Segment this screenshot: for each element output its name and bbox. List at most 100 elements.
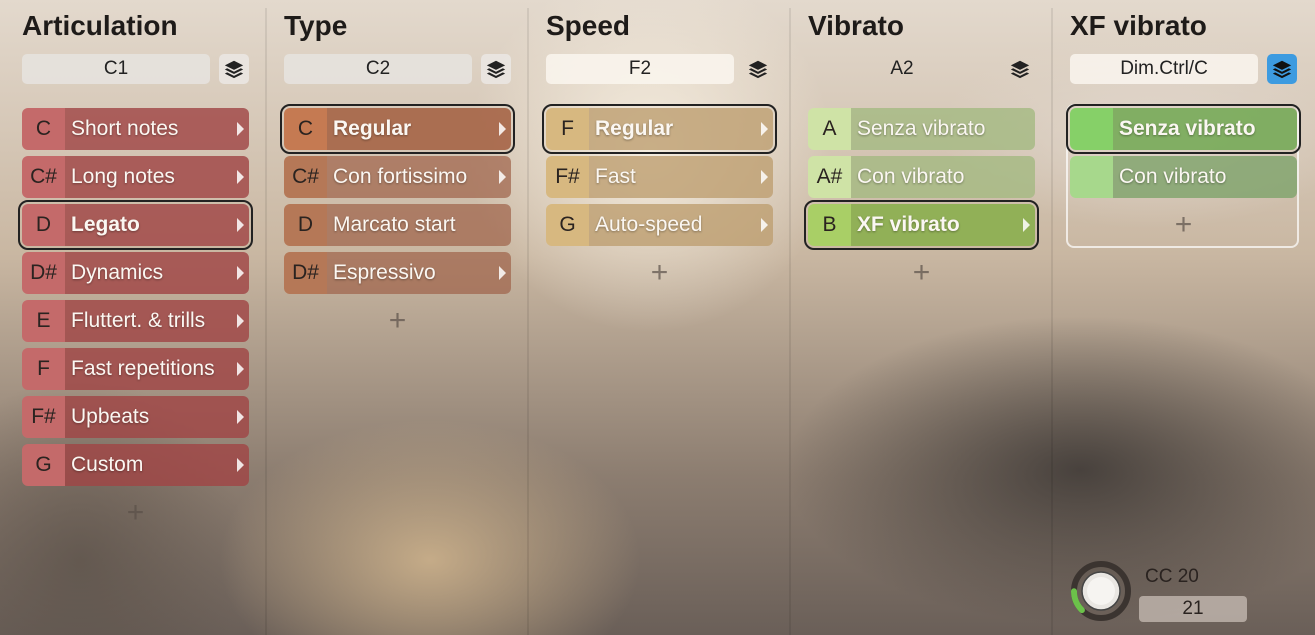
item-label: Regular — [589, 108, 773, 150]
speed-item[interactable]: G Auto-speed — [546, 204, 773, 246]
note-key: C# — [284, 156, 327, 198]
chevron-right-icon[interactable] — [237, 218, 244, 232]
chevron-right-icon[interactable] — [237, 170, 244, 184]
item-label: Fast repetitions — [65, 348, 249, 390]
chevron-right-icon[interactable] — [761, 122, 768, 136]
articulation-item[interactable]: G Custom — [22, 444, 249, 486]
item-label: Con vibrato — [1113, 156, 1297, 198]
column-title: Articulation — [22, 10, 178, 41]
chevron-right-icon[interactable] — [237, 122, 244, 136]
type-item[interactable]: D Marcato start — [284, 204, 511, 246]
layers-button[interactable] — [1005, 54, 1035, 84]
chevron-right-icon[interactable] — [499, 122, 506, 136]
item-label: Con vibrato — [851, 156, 1035, 198]
vibrato-item-selected[interactable]: B XF vibrato — [804, 200, 1039, 250]
item-label: Auto-speed — [589, 204, 773, 246]
key-switch-field[interactable]: Dim.Ctrl/C — [1070, 54, 1258, 84]
item-label: Espressivo — [327, 252, 511, 294]
item-label: Fast — [589, 156, 773, 198]
item-label: Regular — [327, 108, 511, 150]
xf-vibrato-item[interactable]: Con vibrato — [1070, 156, 1297, 198]
add-item-button[interactable]: + — [1070, 210, 1297, 240]
note-key: C — [284, 108, 327, 150]
add-item-button[interactable]: + — [808, 258, 1035, 288]
column-divider — [265, 8, 267, 635]
articulation-item[interactable]: D# Dynamics — [22, 252, 249, 294]
note-key: B — [808, 204, 851, 246]
note-key: D# — [22, 252, 65, 294]
item-label: Upbeats — [65, 396, 249, 438]
chevron-right-icon[interactable] — [1023, 218, 1030, 232]
column-divider — [527, 8, 529, 635]
vibrato-item[interactable]: A# Con vibrato — [808, 156, 1035, 198]
item-label: Custom — [65, 444, 249, 486]
key-switch-field[interactable]: C1 — [22, 54, 210, 84]
item-label: Legato — [65, 204, 249, 246]
column-divider — [789, 8, 791, 635]
note-key: E — [22, 300, 65, 342]
layers-icon — [748, 60, 768, 79]
column-divider — [1051, 8, 1053, 635]
type-item[interactable]: D# Espressivo — [284, 252, 511, 294]
layers-icon — [1010, 60, 1030, 79]
chevron-right-icon[interactable] — [499, 170, 506, 184]
cc-value-field[interactable]: 21 — [1139, 596, 1247, 622]
type-item[interactable]: C# Con fortissimo — [284, 156, 511, 198]
articulation-item[interactable]: F# Upbeats — [22, 396, 249, 438]
chevron-right-icon[interactable] — [237, 362, 244, 376]
note-key: F# — [22, 396, 65, 438]
layers-icon — [486, 60, 506, 79]
column-title: Speed — [546, 10, 631, 41]
add-item-button[interactable]: + — [546, 258, 773, 288]
chevron-right-icon[interactable] — [761, 218, 768, 232]
column-title: Type — [284, 10, 348, 41]
layers-button[interactable] — [743, 54, 773, 84]
articulation-item-selected[interactable]: D Legato — [18, 200, 253, 250]
item-label: Marcato start — [327, 204, 511, 246]
speed-item[interactable]: F# Fast — [546, 156, 773, 198]
layers-button[interactable] — [219, 54, 249, 84]
key-switch-field[interactable]: C2 — [284, 54, 472, 84]
chevron-right-icon[interactable] — [237, 314, 244, 328]
articulation-item[interactable]: E Fluttert. & trills — [22, 300, 249, 342]
articulation-item[interactable]: F Fast repetitions — [22, 348, 249, 390]
vibrato-column: Vibrato A2 A Senza vibrato A# Con vibrat… — [804, 0, 1039, 635]
chevron-right-icon[interactable] — [237, 458, 244, 472]
item-label: Senza vibrato — [851, 108, 1035, 150]
chevron-right-icon[interactable] — [761, 170, 768, 184]
xf-vibrato-item-selected[interactable]: Senza vibrato — [1066, 104, 1301, 154]
note-key: C — [22, 108, 65, 150]
cc-knob[interactable] — [1068, 558, 1134, 624]
item-label: Dynamics — [65, 252, 249, 294]
note-key: G — [22, 444, 65, 486]
note-key: F — [546, 108, 589, 150]
column-title: Vibrato — [808, 10, 904, 41]
item-label: Fluttert. & trills — [65, 300, 249, 342]
articulation-item[interactable]: C# Long notes — [22, 156, 249, 198]
vibrato-item[interactable]: A Senza vibrato — [808, 108, 1035, 150]
note-key: A# — [808, 156, 851, 198]
layers-button[interactable] — [1267, 54, 1297, 84]
speed-column: Speed F2 F Regular F# Fast G Auto-speed … — [542, 0, 777, 635]
knob-dial — [1071, 561, 1131, 621]
note-key: D — [22, 204, 65, 246]
add-item-button[interactable]: + — [22, 498, 249, 528]
chevron-right-icon[interactable] — [499, 266, 506, 280]
item-label: Senza vibrato — [1113, 108, 1297, 150]
item-label: Long notes — [65, 156, 249, 198]
key-switch-field[interactable]: A2 — [808, 54, 996, 84]
add-item-button[interactable]: + — [284, 306, 511, 336]
type-item-selected[interactable]: C Regular — [280, 104, 515, 154]
layers-button[interactable] — [481, 54, 511, 84]
chevron-right-icon[interactable] — [237, 266, 244, 280]
layers-icon — [1272, 60, 1292, 79]
speed-item-selected[interactable]: F Regular — [542, 104, 777, 154]
chevron-right-icon[interactable] — [237, 410, 244, 424]
knob-level-arc — [1071, 588, 1085, 614]
key-switch-field[interactable]: F2 — [546, 54, 734, 84]
xf-vibrato-column: XF vibrato Dim.Ctrl/C Senza vibrato Con … — [1066, 0, 1302, 635]
articulation-item[interactable]: C Short notes — [22, 108, 249, 150]
note-key: C# — [22, 156, 65, 198]
note-key: A — [808, 108, 851, 150]
layer-color-swatch — [1070, 108, 1113, 150]
